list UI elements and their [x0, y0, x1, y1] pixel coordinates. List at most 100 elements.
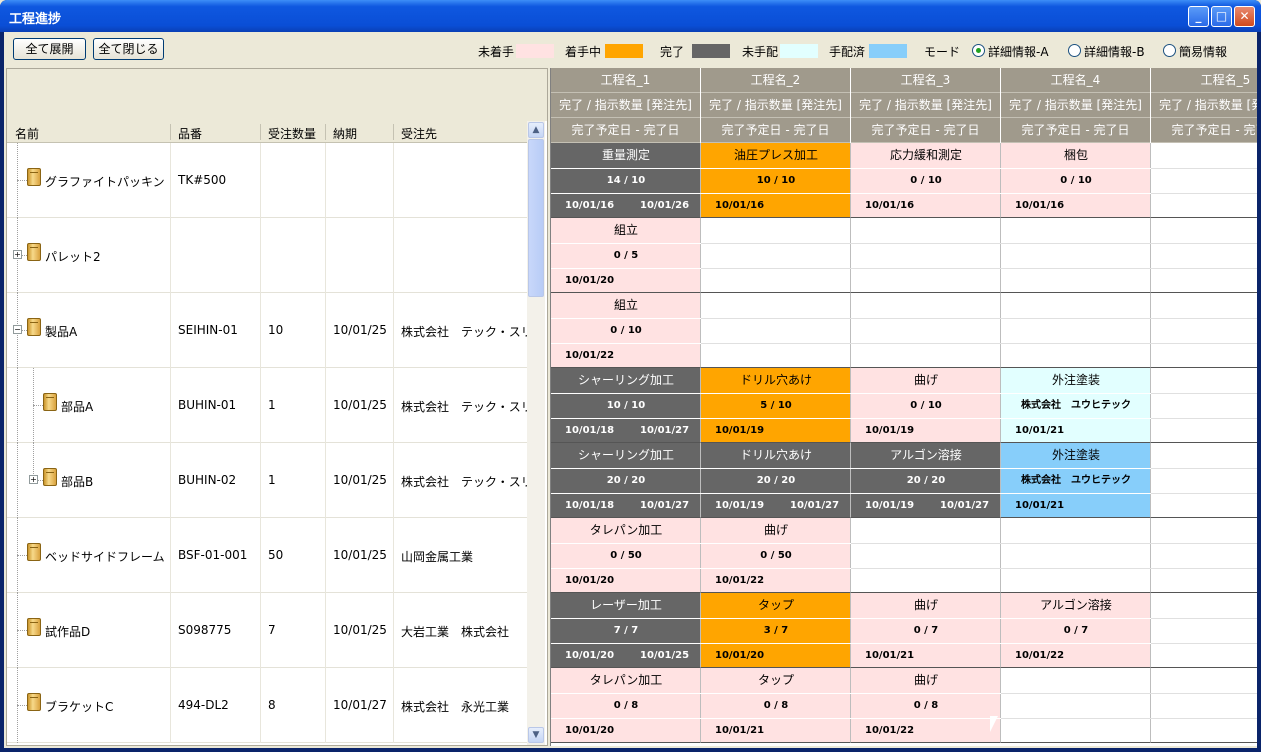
process-name-header[interactable]: 工程名_2 — [701, 68, 850, 93]
process-cell[interactable]: タップ 3 / 7 10/01/20 — [701, 593, 851, 668]
mode-simple-radio[interactable] — [1163, 44, 1176, 57]
process-cell[interactable] — [1151, 293, 1257, 368]
item-row[interactable]: + パレット2 — [7, 218, 527, 293]
process-cell[interactable] — [1001, 218, 1151, 293]
process-name-header[interactable]: 工程名_4 — [1001, 68, 1150, 93]
process-cell[interactable]: タレパン加工 0 / 8 10/01/20 — [551, 668, 701, 743]
tree-line — [17, 705, 27, 706]
process-cell[interactable] — [1151, 518, 1257, 593]
process-cell[interactable]: 組立 0 / 10 10/01/22 — [551, 293, 701, 368]
process-cell[interactable] — [1001, 668, 1151, 743]
item-row[interactable]: ブラケットC 494-DL2 8 10/01/27 株式会社 永光工業 — [7, 668, 527, 743]
scroll-thumb[interactable] — [528, 139, 544, 297]
expand-toggle-icon[interactable]: + — [29, 475, 38, 484]
process-cell[interactable]: ドリル穴あけ 20 / 20 10/01/19 10/01/27 — [701, 443, 851, 518]
process-cell[interactable]: 外注塗装 株式会社 ユウヒテック 10/01/21 — [1001, 368, 1151, 443]
item-row[interactable]: ベッドサイドフレーム BSF-01-001 50 10/01/25 山岡金属工業 — [7, 518, 527, 593]
header-separator[interactable] — [393, 124, 394, 140]
process-cell[interactable] — [1151, 368, 1257, 443]
process-cell[interactable]: タレパン加工 0 / 50 10/01/20 — [551, 518, 701, 593]
header-name[interactable]: 名前 — [15, 125, 39, 142]
close-button[interactable]: ✕ — [1234, 6, 1255, 27]
item-row[interactable]: 部品A BUHIN-01 1 10/01/25 株式会社 テック・スリー — [7, 368, 527, 443]
mode-detail-b-label[interactable]: 詳細情報-B — [1084, 43, 1145, 60]
item-row[interactable]: 試作品D S098775 7 10/01/25 大岩工業 株式会社 — [7, 593, 527, 668]
cell-divider — [1151, 268, 1257, 269]
mode-simple-label[interactable]: 簡易情報 — [1179, 43, 1227, 60]
item-row[interactable]: + 部品B BUHIN-02 1 10/01/25 株式会社 テック・スリー — [7, 443, 527, 518]
radio-selected-dot — [976, 48, 981, 53]
process-cell[interactable]: 曲げ 0 / 7 10/01/21 — [851, 593, 1001, 668]
process-cell[interactable]: 曲げ 0 / 50 10/01/22 — [701, 518, 851, 593]
header-customer[interactable]: 受注先 — [401, 125, 437, 142]
process-cell[interactable] — [851, 293, 1001, 368]
process-name-header[interactable]: 工程名_1 — [551, 68, 700, 93]
process-cell[interactable]: 組立 0 / 5 10/01/20 — [551, 218, 701, 293]
planned-date: 10/01/20 — [715, 650, 765, 661]
item-list-header: 名前 品番 受注数量 納期 受注先 — [7, 121, 527, 143]
process-step-quantity: 20 / 20 — [906, 475, 946, 486]
process-cell[interactable]: レーザー加工 7 / 7 10/01/20 10/01/25 — [551, 593, 701, 668]
process-cell[interactable]: ドリル穴あけ 5 / 10 10/01/19 — [701, 368, 851, 443]
cell-divider — [1151, 468, 1257, 469]
mode-detail-b-radio[interactable] — [1068, 44, 1081, 57]
cell-divider — [1151, 718, 1257, 719]
process-cell[interactable] — [851, 218, 1001, 293]
collapse-toggle-icon[interactable]: − — [13, 325, 22, 334]
process-cell[interactable] — [851, 518, 1001, 593]
process-cell[interactable]: 応力緩和測定 0 / 10 10/01/16 — [851, 143, 1001, 218]
process-cell[interactable]: 梱包 0 / 10 10/01/16 — [1001, 143, 1151, 218]
column-gridline — [170, 293, 171, 368]
process-step-quantity: 14 / 10 — [606, 175, 646, 186]
item-row[interactable]: − 製品A SEIHIN-01 10 10/01/25 株式会社 テック・スリー — [7, 293, 527, 368]
collapse-all-button[interactable]: 全て閉じる — [93, 38, 164, 60]
package-icon — [27, 318, 41, 336]
process-cell[interactable]: 油圧プレス加工 10 / 10 10/01/16 — [701, 143, 851, 218]
scroll-up-icon[interactable]: ▲ — [528, 122, 544, 138]
process-cell[interactable]: タップ 0 / 8 10/01/21 — [701, 668, 851, 743]
planned-date: 10/01/16 — [565, 200, 615, 211]
mode-detail-a-label[interactable]: 詳細情報-A — [988, 43, 1049, 60]
process-cell[interactable] — [701, 218, 851, 293]
process-cell[interactable]: 曲げ 0 / 10 10/01/19 — [851, 368, 1001, 443]
process-cell[interactable] — [1151, 218, 1257, 293]
process-cell[interactable]: 外注塗装 株式会社 ユウヒテック 10/01/21 — [1001, 443, 1151, 518]
process-cell[interactable] — [1151, 668, 1257, 743]
process-cell[interactable]: 曲げ 0 / 8 10/01/22 — [851, 668, 1001, 743]
completed-date: 10/01/25 — [640, 650, 690, 661]
item-row[interactable]: グラファイトパッキン TK#500 — [7, 143, 527, 218]
process-cell[interactable] — [1001, 293, 1151, 368]
header-separator[interactable] — [170, 124, 171, 140]
expand-all-button[interactable]: 全て展開 — [13, 38, 86, 60]
process-step-quantity: 3 / 7 — [763, 625, 789, 636]
process-cell[interactable]: シャーリング加工 10 / 10 10/01/18 10/01/27 — [551, 368, 701, 443]
header-separator[interactable] — [325, 124, 326, 140]
header-part[interactable]: 品番 — [178, 125, 202, 142]
header-due[interactable]: 納期 — [333, 125, 357, 142]
vertical-scrollbar[interactable]: ▲ ▼ — [527, 121, 545, 745]
process-cell[interactable] — [1151, 143, 1257, 218]
title-bar[interactable]: 工程進捗 _ □ ✕ — [0, 0, 1261, 32]
process-cell[interactable]: アルゴン溶接 0 / 7 10/01/22 — [1001, 593, 1151, 668]
maximize-button[interactable]: □ — [1211, 6, 1232, 27]
header-qty[interactable]: 受注数量 — [268, 125, 316, 142]
scroll-down-icon[interactable]: ▼ — [528, 727, 544, 743]
cell-divider — [1001, 693, 1151, 694]
mode-detail-a-radio[interactable] — [972, 44, 985, 57]
process-cell[interactable] — [1001, 518, 1151, 593]
process-cell[interactable] — [1151, 593, 1257, 668]
header-separator[interactable] — [260, 124, 261, 140]
process-cell[interactable]: アルゴン溶接 20 / 20 10/01/19 10/01/27 — [851, 443, 1001, 518]
column-gridline — [170, 593, 171, 668]
process-cell[interactable]: シャーリング加工 20 / 20 10/01/18 10/01/27 — [551, 443, 701, 518]
minimize-button[interactable]: _ — [1188, 6, 1209, 27]
process-name-header[interactable]: 工程名_3 — [851, 68, 1000, 93]
process-cell[interactable]: 重量測定 14 / 10 10/01/16 10/01/26 — [551, 143, 701, 218]
process-grid: 工程名_1 完了 / 指示数量 [発注先] 完了予定日 - 完了日 工程名_2 完了 /… — [550, 68, 1257, 746]
process-name-header[interactable]: 工程名_5 — [1151, 68, 1257, 93]
process-cell[interactable] — [701, 293, 851, 368]
client-area: 全て展開 全て閉じる 未着手 着手中 完了 未手配 手配済 モード 詳細情報-A… — [4, 32, 1257, 748]
process-cell[interactable] — [1151, 443, 1257, 518]
expand-toggle-icon[interactable]: + — [13, 250, 22, 259]
cell-divider — [1151, 418, 1257, 419]
